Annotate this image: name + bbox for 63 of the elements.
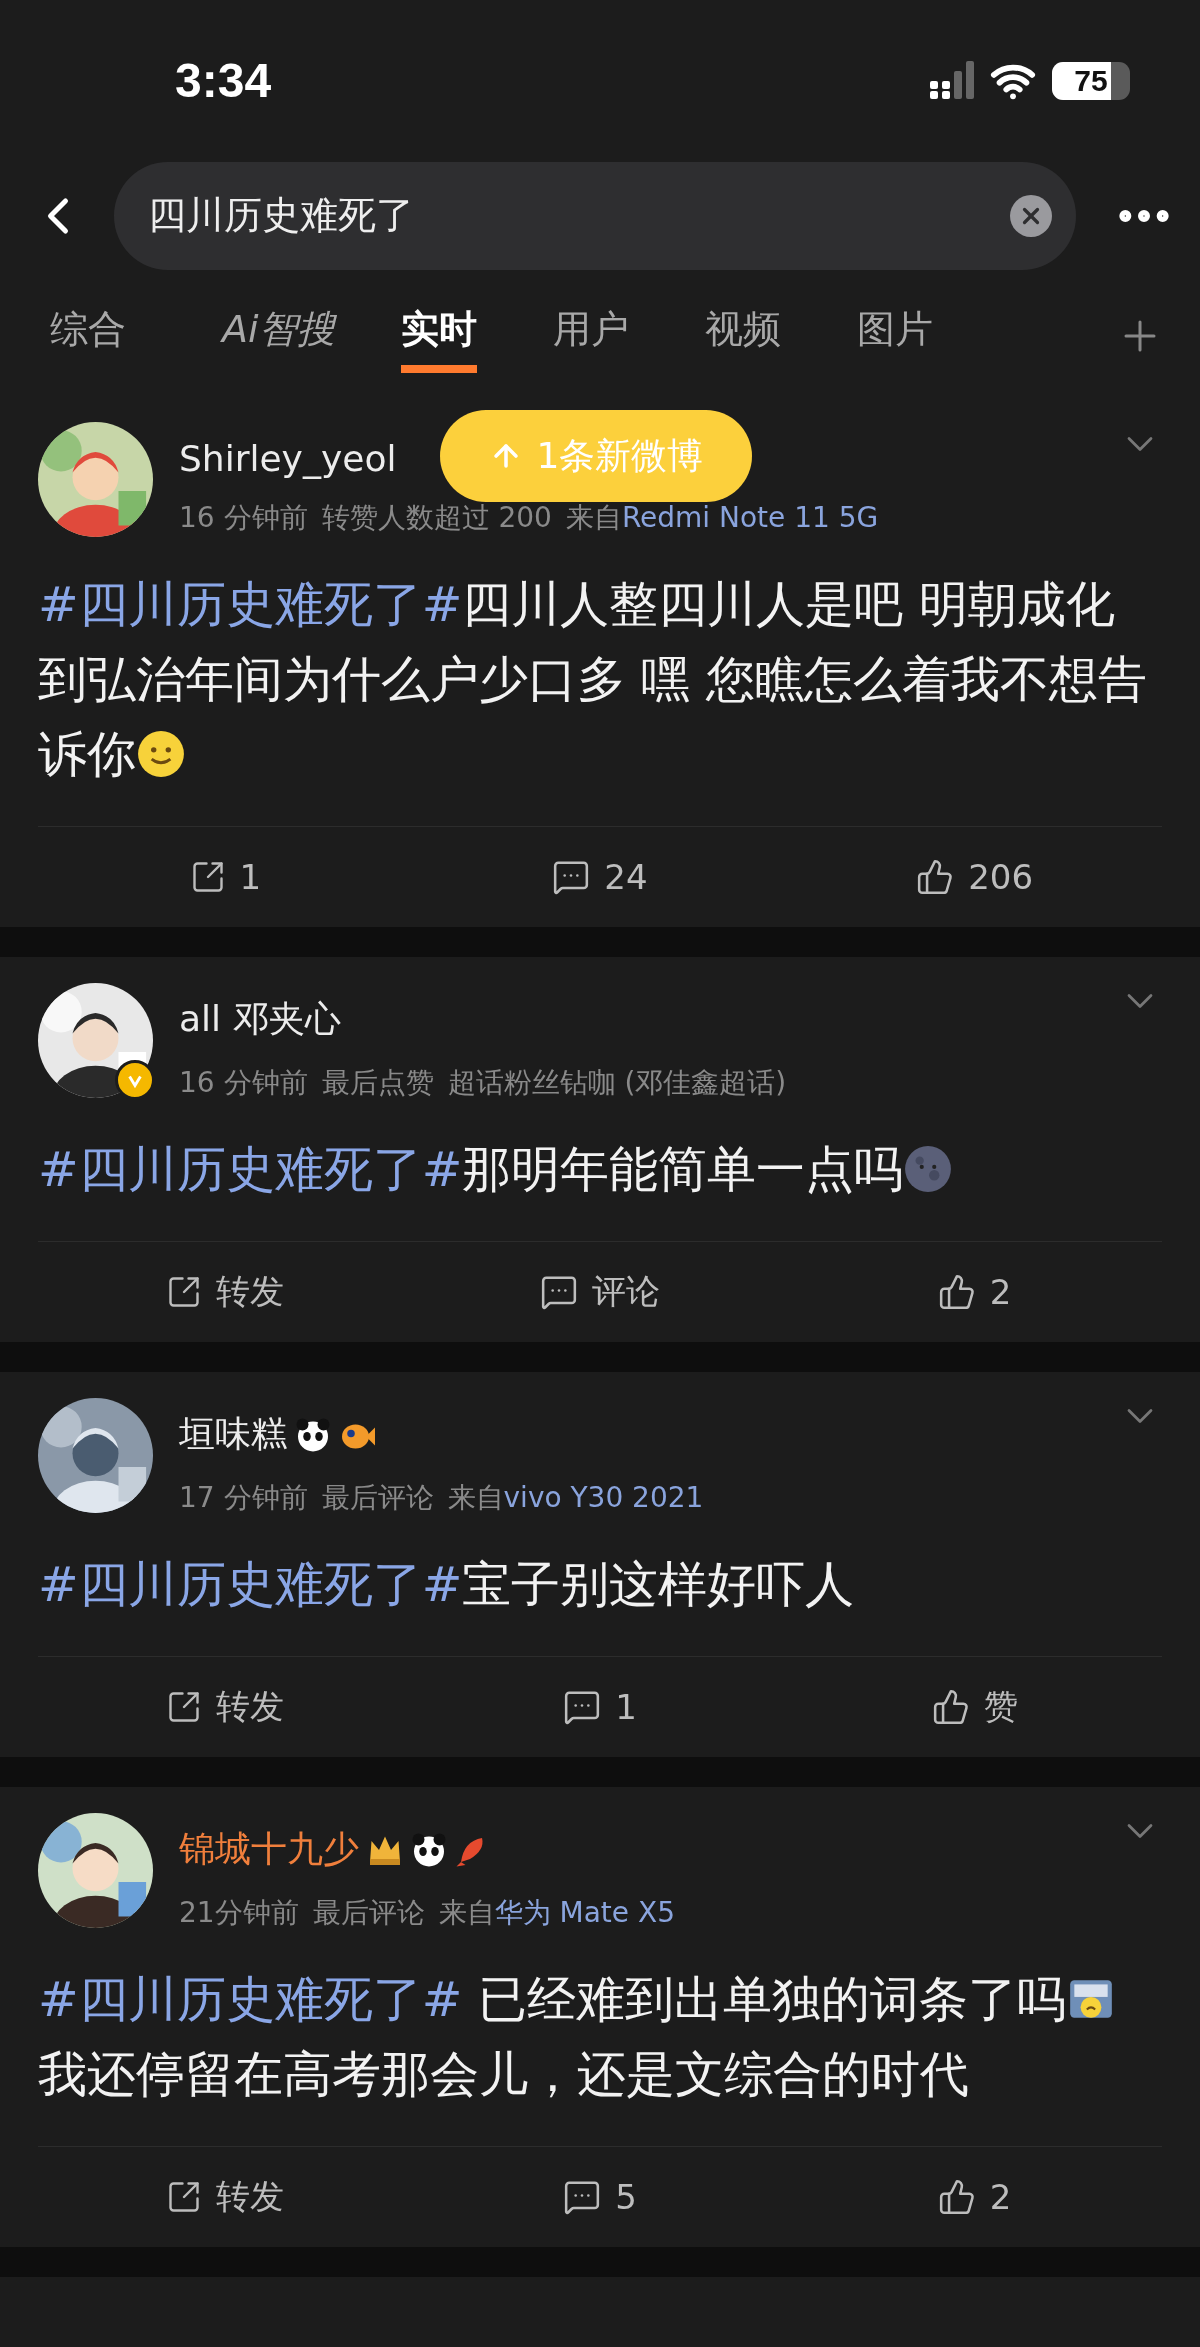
source-device: vivo Y30 2021 <box>503 1481 704 1514</box>
comment-button[interactable]: 24 <box>412 857 788 897</box>
tab[interactable]: 用户 <box>552 304 629 374</box>
post-time: 21分钟前 <box>179 1895 299 1931</box>
source-label: 来自 <box>565 501 622 534</box>
post-time: 17 分钟前 <box>179 1480 308 1516</box>
source-device: Redmi Note 11 5G <box>621 501 879 534</box>
repost-button[interactable]: 转发 <box>38 1684 413 1730</box>
panda-icon <box>411 1831 447 1868</box>
thumbs-up-icon <box>916 858 955 896</box>
comment-button[interactable]: 5 <box>412 2177 788 2217</box>
post-text: #四川历史难死了#四川人整四川人是吧 明朝成化到弘治年间为什么户少口多 嘿 您瞧怎么着我不想告诉你 <box>38 575 1148 784</box>
comment-button[interactable]: 1 <box>412 1687 788 1727</box>
comment-icon <box>563 1688 602 1726</box>
repost-button[interactable]: 1 <box>38 857 413 897</box>
smiley-icon <box>136 729 186 779</box>
search-bar[interactable]: 四川历史难死了 <box>114 161 1076 270</box>
search-field[interactable]: 四川历史难死了 <box>146 192 1010 239</box>
like-button[interactable]: 2 <box>787 1272 1162 1312</box>
tab[interactable]: Ai智搜 <box>222 304 335 374</box>
source-label: 来自 <box>438 1896 495 1929</box>
repost-button[interactable]: 转发 <box>38 2174 413 2220</box>
author-name[interactable]: 锦城十九少 <box>179 1825 359 1874</box>
clear-button[interactable] <box>1010 194 1052 237</box>
post-text: #四川历史难死了#宝子别这样好吓人 <box>38 1555 856 1614</box>
fan-title: 超话粉丝钻咖 (邓佳鑫超话) <box>447 1065 787 1101</box>
hashtag-link[interactable]: #四川历史难死了# <box>38 1971 463 2027</box>
panda-icon <box>295 1416 331 1453</box>
thumbs-up-icon <box>937 1273 976 1311</box>
battery-icon: 75 <box>1052 61 1130 100</box>
comment-button[interactable]: 评论 <box>412 1269 788 1315</box>
like-button[interactable]: 赞 <box>787 1684 1162 1730</box>
like-button[interactable]: 2 <box>787 2177 1162 2217</box>
post-time: 16 分钟前 <box>179 1065 308 1101</box>
source-device: 华为 Mate X5 <box>494 1896 675 1929</box>
post-time: 16 分钟前 <box>179 500 308 536</box>
status-time: 3:34 <box>175 53 272 109</box>
thumbs-up-icon <box>937 2178 976 2216</box>
hashtag-link[interactable]: #四川历史难死了# <box>38 576 463 632</box>
post-note: 最后评论 <box>312 1895 425 1931</box>
post-note: 最后点赞 <box>321 1065 434 1101</box>
tab[interactable]: 实时 <box>400 304 477 374</box>
tab[interactable]: 图片 <box>856 304 933 374</box>
hashtag-link[interactable]: #四川历史难死了# <box>38 1141 463 1197</box>
author-name[interactable]: 垣味糕 <box>179 1410 287 1459</box>
author-name[interactable]: all 邓夹心 <box>179 995 341 1044</box>
post-text: #四川历史难死了# 已经难到出单独的词条了吗 我还停留在高考那会儿，还是文综合的时代 <box>38 1962 1162 2112</box>
source-label: 来自 <box>447 1481 504 1514</box>
comment-icon <box>540 1273 578 1311</box>
post-text: #四川历史难死了#那明年能简单一点吗 <box>38 1132 1162 1207</box>
post-note: 转赞人数超过 200 <box>321 500 552 536</box>
thumbs-up-icon <box>931 1688 970 1726</box>
repost-button[interactable]: 转发 <box>38 1269 413 1315</box>
tab[interactable]: 综合 <box>50 304 126 374</box>
comment-icon <box>552 858 591 896</box>
post-note: 最后评论 <box>321 1480 434 1516</box>
signal-icon <box>930 60 974 101</box>
moon-face-icon <box>903 1144 954 1194</box>
hashtag-link[interactable]: #四川历史难死了# <box>38 1556 463 1612</box>
comment-icon <box>563 2178 602 2216</box>
author-name[interactable]: Shirley_yeol <box>179 438 397 479</box>
tab[interactable]: 视频 <box>704 304 781 374</box>
like-button[interactable]: 206 <box>787 857 1162 897</box>
